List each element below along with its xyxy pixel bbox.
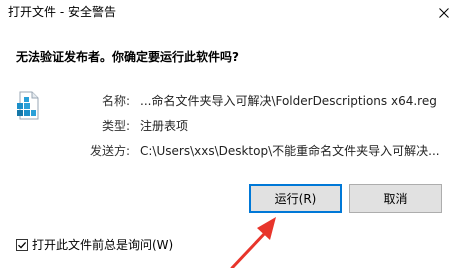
from-label: 发送方: — [89, 144, 130, 158]
always-ask-label: 打开此文件前总是询问(W) — [32, 238, 174, 252]
security-warning-dialog: 打开文件 - 安全警告 无法验证发布者。你确定要运行此软件吗? 名称: ...命… — [0, 0, 461, 268]
type-label: 类型: — [101, 119, 130, 133]
always-ask-option[interactable]: 打开此文件前总是询问(W) — [16, 236, 173, 253]
close-button[interactable] — [427, 0, 461, 26]
run-button[interactable]: 运行(R) — [249, 184, 342, 213]
title-bar: 打开文件 - 安全警告 — [0, 0, 461, 30]
checkmark-icon — [18, 241, 27, 249]
name-value: ...命名文件夹导入可解决\FolderDescriptions x64.reg — [140, 94, 437, 108]
registry-file-icon — [17, 91, 39, 120]
dialog-heading: 无法验证发布者。你确定要运行此软件吗? — [16, 50, 239, 64]
window-title: 打开文件 - 安全警告 — [8, 5, 116, 19]
always-ask-checkbox[interactable] — [16, 238, 28, 251]
cancel-button[interactable]: 取消 — [349, 184, 442, 213]
type-value: 注册表项 — [140, 119, 189, 133]
close-icon — [439, 8, 449, 18]
from-value: C:\Users\xxs\Desktop\不能重命名文件夹导入可解决... — [140, 144, 440, 158]
name-label: 名称: — [101, 94, 130, 108]
